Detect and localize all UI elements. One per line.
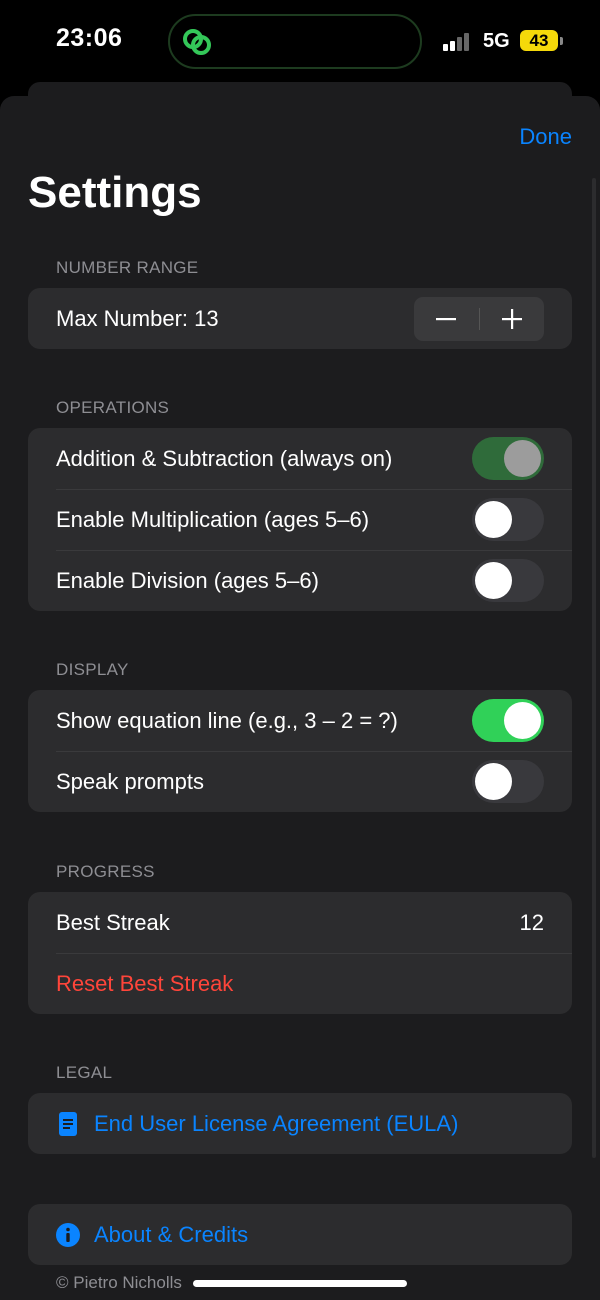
equation-line-label: Show equation line (e.g., 3 – 2 = ?) <box>56 707 398 733</box>
scroll-indicator[interactable] <box>592 178 596 1158</box>
increment-button[interactable] <box>480 297 545 341</box>
about-credits-link[interactable]: About & Credits <box>28 1204 572 1265</box>
division-toggle[interactable] <box>472 559 544 602</box>
operations-group: Addition & Subtraction (always on) Enabl… <box>28 428 572 611</box>
home-indicator[interactable] <box>193 1280 407 1287</box>
eula-link[interactable]: End User License Agreement (EULA) <box>28 1093 572 1154</box>
division-label: Enable Division (ages 5–6) <box>56 567 319 593</box>
about-group: About & Credits <box>28 1204 572 1265</box>
reset-best-streak-button[interactable]: Reset Best Streak <box>28 953 572 1014</box>
decrement-button[interactable] <box>414 297 479 341</box>
section-header-display: DISPLAY <box>56 660 129 679</box>
max-number-stepper[interactable] <box>414 296 545 341</box>
section-header-operations: OPERATIONS <box>56 398 170 417</box>
network-type: 5G <box>483 30 510 52</box>
multiplication-toggle[interactable] <box>472 498 544 541</box>
toggle-knob <box>475 562 512 599</box>
eula-label: End User License Agreement (EULA) <box>94 1110 459 1136</box>
best-streak-row: Best Streak 12 <box>28 892 572 953</box>
section-header-progress: PROGRESS <box>56 862 155 881</box>
speak-prompts-label: Speak prompts <box>56 768 204 794</box>
section-header-number-range: NUMBER RANGE <box>56 258 199 277</box>
speak-prompts-toggle[interactable] <box>472 760 544 803</box>
section-header-legal: LEGAL <box>56 1063 113 1082</box>
plus-icon <box>501 308 522 329</box>
addition-subtraction-toggle[interactable] <box>472 437 544 480</box>
display-group: Show equation line (e.g., 3 – 2 = ?) Spe… <box>28 690 572 812</box>
cellular-signal-icon <box>443 33 473 51</box>
status-bar: 23:06 5G 43 <box>0 0 600 84</box>
reset-best-streak-label: Reset Best Streak <box>56 970 234 996</box>
toggle-knob <box>475 763 512 800</box>
battery-cap <box>560 37 563 45</box>
multiplication-label: Enable Multiplication (ages 5–6) <box>56 506 370 532</box>
best-streak-label: Best Streak <box>56 909 170 935</box>
done-button[interactable]: Done <box>519 124 572 150</box>
document-icon <box>56 1111 80 1136</box>
info-icon <box>56 1222 80 1247</box>
battery-icon: 43 <box>520 30 558 51</box>
link-icon <box>183 29 211 55</box>
number-range-group: Max Number: 13 <box>28 288 572 349</box>
minus-icon <box>436 317 457 320</box>
multiplication-row: Enable Multiplication (ages 5–6) <box>28 489 572 550</box>
progress-group: Best Streak 12 Reset Best Streak <box>28 892 572 1014</box>
dynamic-island <box>168 14 422 69</box>
copyright-text: © Pietro Nicholls <box>56 1273 182 1292</box>
max-number-label: Max Number: 13 <box>56 305 219 331</box>
best-streak-value: 12 <box>519 909 544 935</box>
division-row: Enable Division (ages 5–6) <box>28 550 572 611</box>
toggle-knob <box>475 501 512 538</box>
addition-subtraction-row: Addition & Subtraction (always on) <box>28 428 572 489</box>
legal-group: End User License Agreement (EULA) <box>28 1093 572 1154</box>
about-credits-label: About & Credits <box>94 1221 249 1247</box>
max-number-row: Max Number: 13 <box>28 288 572 349</box>
page-title: Settings <box>28 168 202 217</box>
toggle-knob <box>504 702 541 739</box>
status-time: 23:06 <box>56 24 123 52</box>
toggle-knob <box>504 440 541 477</box>
equation-line-toggle[interactable] <box>472 699 544 742</box>
addition-subtraction-label: Addition & Subtraction (always on) <box>56 445 393 471</box>
equation-line-row: Show equation line (e.g., 3 – 2 = ?) <box>28 690 572 751</box>
speak-prompts-row: Speak prompts <box>28 751 572 812</box>
